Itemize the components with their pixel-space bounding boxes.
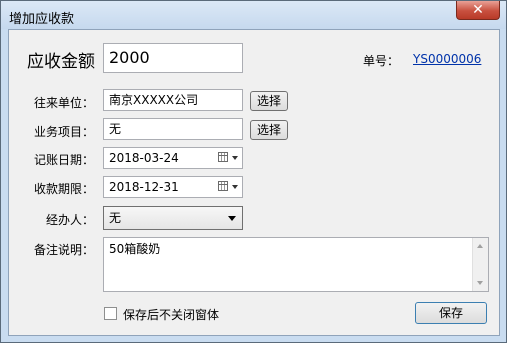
- keep-open-checkbox[interactable]: [104, 307, 117, 320]
- handler-label: 经办人：: [45, 213, 94, 227]
- scroll-down-icon[interactable]: [477, 281, 483, 285]
- project-select-button[interactable]: 选择: [250, 120, 288, 140]
- title-bar[interactable]: 增加应收款 ✕: [1, 1, 506, 29]
- dialog-window: 增加应收款 ✕ 应收金额 2000 单号： YS0000006 往来单位： 南京…: [0, 0, 507, 343]
- amount-label: 应收金额: [27, 52, 95, 72]
- calendar-icon[interactable]: [218, 181, 228, 191]
- remarks-textarea[interactable]: 50箱酸奶: [103, 237, 489, 292]
- record-date-value: 2018-03-24: [109, 151, 179, 165]
- handler-select[interactable]: 无: [103, 206, 243, 230]
- remarks-scrollbar[interactable]: [472, 238, 488, 291]
- due-date-value: 2018-12-31: [109, 180, 179, 194]
- chevron-down-icon[interactable]: [232, 156, 238, 160]
- chevron-down-icon: [228, 216, 236, 221]
- order-no-link[interactable]: YS0000006: [413, 52, 481, 66]
- close-button[interactable]: ✕: [456, 1, 500, 20]
- project-value: 无: [109, 122, 122, 136]
- form-panel: 应收金额 2000 单号： YS0000006 往来单位： 南京XXXXX公司 …: [8, 29, 500, 336]
- project-input[interactable]: 无: [103, 118, 243, 140]
- amount-input[interactable]: 2000: [103, 43, 243, 73]
- partner-input[interactable]: 南京XXXXX公司: [103, 89, 243, 111]
- scroll-up-icon[interactable]: [477, 244, 483, 248]
- record-date-picker[interactable]: 2018-03-24: [103, 147, 243, 169]
- partner-select-button[interactable]: 选择: [250, 91, 288, 111]
- record-date-label: 记账日期：: [33, 153, 94, 167]
- calendar-icon[interactable]: [218, 152, 228, 162]
- remarks-label: 备注说明：: [33, 243, 94, 257]
- window-title: 增加应收款: [9, 12, 75, 27]
- keep-open-label[interactable]: 保存后不关闭窗体: [123, 306, 219, 323]
- save-button[interactable]: 保存: [415, 302, 487, 324]
- partner-label: 往来单位：: [33, 96, 94, 110]
- due-date-picker[interactable]: 2018-12-31: [103, 176, 243, 198]
- remarks-value: 50箱酸奶: [109, 242, 161, 256]
- partner-value: 南京XXXXX公司: [109, 93, 199, 107]
- chevron-down-icon[interactable]: [232, 185, 238, 189]
- order-no-label: 单号：: [363, 54, 400, 68]
- close-icon: ✕: [472, 2, 484, 18]
- due-date-label: 收款期限：: [33, 182, 94, 196]
- handler-value: 无: [109, 211, 122, 225]
- project-label: 业务项目：: [33, 125, 94, 139]
- amount-value: 2000: [109, 48, 150, 67]
